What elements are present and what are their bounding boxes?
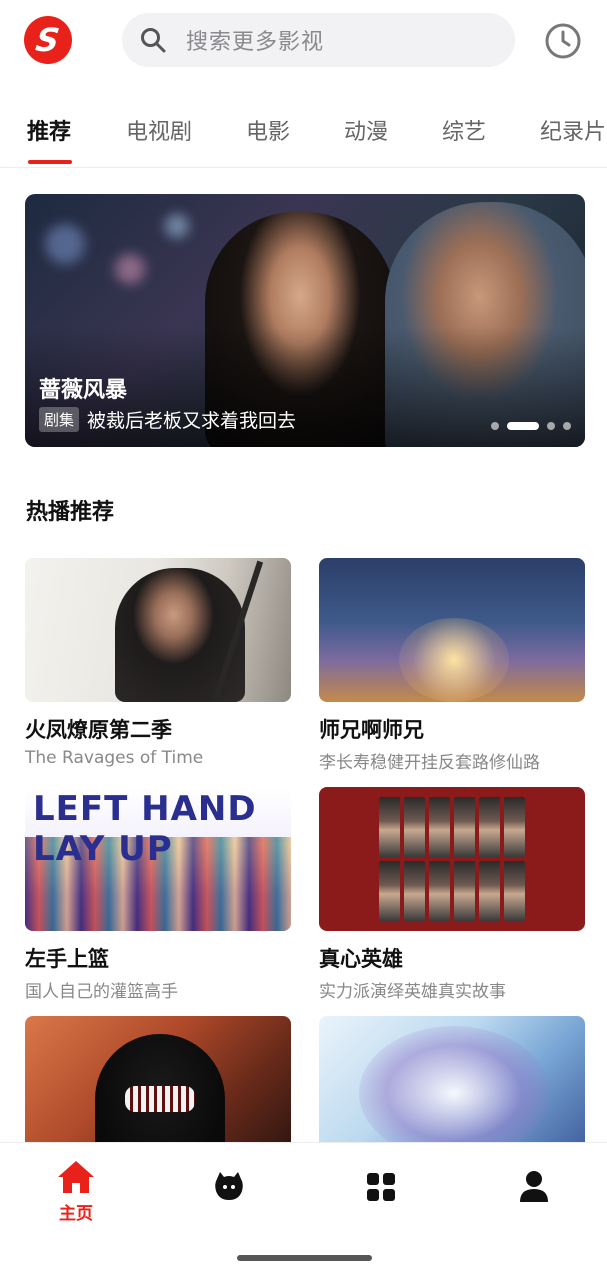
cast-portrait — [429, 861, 450, 921]
nav-profile[interactable] — [494, 1169, 574, 1203]
active-tab-indicator — [28, 160, 72, 164]
banner-badge: 剧集 — [39, 407, 80, 432]
search-input[interactable]: 搜索更多影视 — [122, 13, 515, 67]
cast-portrait — [454, 797, 475, 857]
video-thumbnail[interactable] — [25, 558, 291, 702]
thumbnail-burst — [359, 1026, 549, 1160]
video-thumbnail[interactable] — [319, 787, 585, 931]
video-subtitle: The Ravages of Time — [25, 748, 204, 768]
cast-portrait — [504, 861, 525, 921]
video-card[interactable]: LEFT HAND LAY UP 左手上篮 国人自己的灌篮高手 — [25, 787, 291, 1002]
cast-portrait — [479, 861, 500, 921]
cast-portrait — [479, 797, 500, 857]
banner-description: 被裁后老板又求着我回去 — [87, 410, 297, 432]
carousel-dot[interactable] — [547, 422, 555, 430]
tab-movies[interactable]: 电影 — [246, 114, 290, 146]
cast-portrait-grid — [379, 797, 525, 921]
carousel-dot[interactable] — [491, 422, 499, 430]
tab-anime[interactable]: 动漫 — [344, 114, 388, 146]
video-thumbnail[interactable]: LEFT HAND LAY UP — [25, 787, 291, 931]
tab-tv-series[interactable]: 电视剧 — [126, 114, 192, 146]
video-card[interactable]: 师兄啊师兄 李长寿稳健开挂反套路修仙路 — [319, 558, 585, 773]
nav-discover[interactable] — [189, 1169, 269, 1203]
bokeh-light — [115, 254, 145, 284]
video-title[interactable]: 真心英雄 — [319, 943, 585, 973]
bokeh-light — [45, 224, 85, 264]
home-icon — [58, 1161, 94, 1193]
bokeh-light — [165, 214, 189, 238]
video-thumbnail[interactable] — [319, 558, 585, 702]
grid-icon — [367, 1173, 395, 1201]
nav-categories[interactable] — [341, 1171, 421, 1203]
tab-documentary[interactable]: 纪录片 — [540, 114, 606, 146]
video-subtitle: 李长寿稳健开挂反套路修仙路 — [319, 753, 540, 773]
cast-portrait — [404, 797, 425, 857]
banner-title: 蔷薇风暴 — [39, 378, 128, 403]
video-title[interactable]: 火凤燎原第二季 — [25, 714, 291, 744]
thumbnail-glow — [399, 618, 509, 702]
video-subtitle: 国人自己的灌篮高手 — [25, 982, 178, 1002]
app-logo[interactable]: S — [24, 16, 72, 64]
banner-subtitle-row: 剧集 被裁后老板又求着我回去 — [39, 406, 296, 433]
video-card[interactable]: 火凤燎原第二季 The Ravages of Time — [25, 558, 291, 768]
carousel-dot[interactable] — [563, 422, 571, 430]
clock-icon[interactable] — [544, 22, 582, 60]
top-bar: S 搜索更多影视 — [0, 0, 607, 84]
category-tabs: 推荐 电视剧 电影 动漫 综艺 纪录片 — [0, 100, 607, 168]
video-card[interactable] — [319, 1016, 585, 1160]
tab-variety[interactable]: 综艺 — [442, 114, 486, 146]
home-indicator — [237, 1255, 372, 1261]
cast-portrait — [404, 861, 425, 921]
carousel-indicator — [491, 422, 571, 430]
search-placeholder: 搜索更多影视 — [186, 30, 325, 55]
section-title: 热播推荐 — [26, 500, 115, 525]
video-thumbnail[interactable] — [319, 1016, 585, 1160]
featured-banner[interactable]: 蔷薇风暴 剧集 被裁后老板又求着我回去 — [25, 194, 585, 447]
cast-portrait — [429, 797, 450, 857]
video-title[interactable]: 左手上篮 — [25, 943, 291, 973]
mascot-icon — [215, 1172, 243, 1200]
cast-portrait — [379, 797, 400, 857]
cast-portrait — [504, 797, 525, 857]
search-icon — [141, 28, 166, 53]
thumbnail-figure — [115, 568, 245, 702]
carousel-dot-active[interactable] — [507, 422, 539, 430]
logo-letter: S — [33, 21, 63, 59]
video-thumbnail[interactable] — [25, 1016, 291, 1160]
nav-home-label: 主页 — [59, 1204, 93, 1224]
video-subtitle: 实力派演绎英雄真实故事 — [319, 982, 506, 1002]
video-title[interactable]: 师兄啊师兄 — [319, 714, 585, 744]
cast-portrait — [454, 861, 475, 921]
thumbnail-teeth — [125, 1086, 195, 1112]
poster-lettering: LEFT HAND LAY UP — [33, 789, 257, 869]
cast-portrait — [379, 861, 400, 921]
tab-recommend[interactable]: 推荐 — [27, 114, 71, 146]
user-icon — [520, 1171, 548, 1202]
video-card[interactable]: 真心英雄 实力派演绎英雄真实故事 — [319, 787, 585, 1002]
video-card[interactable] — [25, 1016, 291, 1160]
nav-home[interactable]: 主页 — [36, 1159, 116, 1224]
